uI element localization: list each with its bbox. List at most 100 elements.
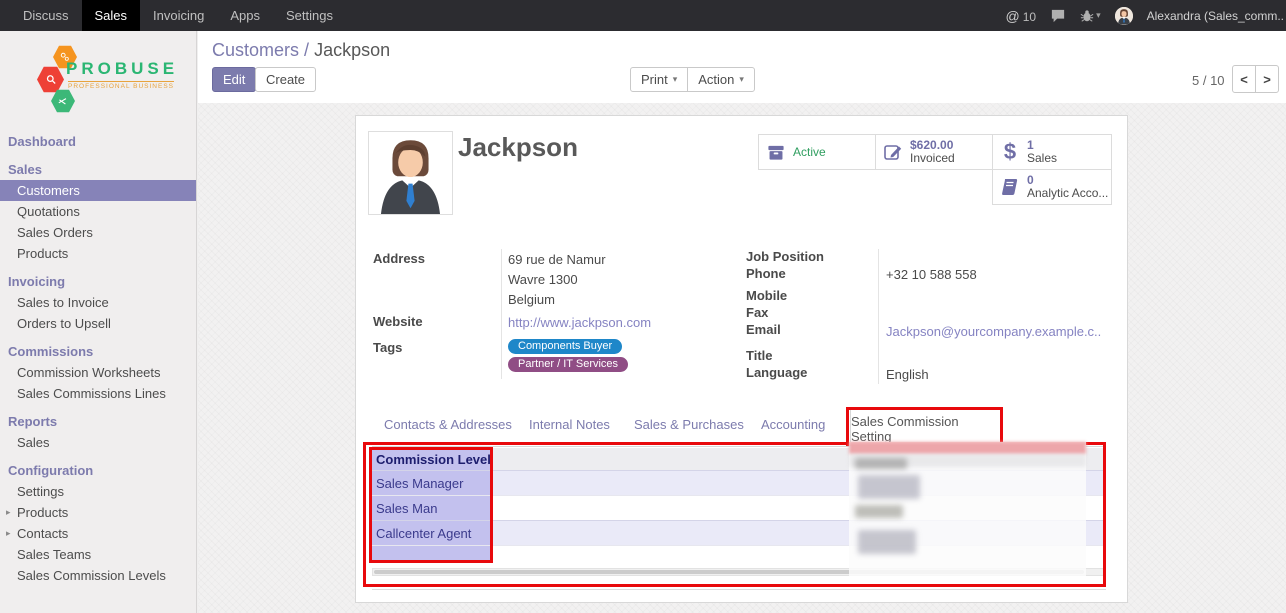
edit-note-icon (876, 142, 910, 162)
sidebar-heading-commissions[interactable]: Commissions (0, 341, 196, 362)
archive-icon (759, 143, 793, 162)
expand-arrow-icon[interactable]: ▸ (6, 502, 11, 523)
address-label: Address (373, 251, 425, 266)
user-avatar[interactable] (1115, 7, 1133, 25)
sidebar-item-commission-worksheets[interactable]: Commission Worksheets (0, 362, 196, 383)
sidebar-item-label: Products (17, 505, 68, 520)
pager-counter: 5 / 10 (1192, 73, 1225, 88)
sidebar-item-sales-commission-levels[interactable]: Sales Commission Levels (0, 565, 196, 586)
menu-invoicing[interactable]: Invoicing (140, 0, 217, 31)
website-link[interactable]: http://www.jackpson.com (508, 315, 651, 330)
tag-components-buyer[interactable]: Components Buyer (508, 339, 622, 354)
sidebar-item-sales-to-invoice[interactable]: Sales to Invoice (0, 292, 196, 313)
app-logo: PROBUSE PROFESSIONAL BUSINESS (0, 45, 196, 115)
control-panel: Customers / Jackpson Edit Create Print▾ … (198, 31, 1286, 103)
sidebar-item-config-contacts[interactable]: ▸Contacts (0, 523, 196, 544)
sidebar-item-products[interactable]: Products (0, 243, 196, 264)
blurred-text-blob (855, 505, 903, 518)
user-menu[interactable]: Alexandra (Sales_comm.. (1147, 9, 1284, 23)
print-button[interactable]: Print ▾ (630, 67, 688, 92)
debug-button[interactable]: ▾ (1080, 9, 1101, 23)
sidebar-item-customers[interactable]: Customers (0, 180, 196, 201)
blurred-header-strip (849, 442, 1086, 454)
menu-discuss[interactable]: Discuss (10, 0, 82, 31)
address-line-3[interactable]: Belgium (508, 292, 555, 307)
dollar-icon: $ (993, 139, 1027, 165)
book-icon (993, 177, 1027, 197)
messages-button[interactable] (1050, 9, 1066, 23)
phone-value[interactable]: +32 10 588 558 (886, 267, 977, 282)
menu-settings[interactable]: Settings (273, 0, 346, 31)
sidebar-item-reports-sales[interactable]: Sales (0, 432, 196, 453)
tab-internal-notes[interactable]: Internal Notes (529, 417, 610, 432)
mentions-button[interactable]: @10 (1006, 8, 1037, 24)
sidebar-item-settings[interactable]: Settings (0, 481, 196, 502)
sidebar-item-orders-to-upsell[interactable]: Orders to Upsell (0, 313, 196, 334)
stat-button-active[interactable]: Active (758, 134, 876, 170)
sidebar-item-sales-commissions-lines[interactable]: Sales Commissions Lines (0, 383, 196, 404)
caret-down-icon: ▾ (1096, 10, 1101, 21)
tab-sales-purchases[interactable]: Sales & Purchases (634, 417, 744, 432)
top-menu: Discuss Sales Invoicing Apps Settings (0, 0, 346, 31)
sidebar-item-quotations[interactable]: Quotations (0, 201, 196, 222)
sidebar-item-sales-teams[interactable]: Sales Teams (0, 544, 196, 565)
at-icon: @ (1006, 8, 1020, 24)
breadcrumb-current: Jackpson (314, 40, 390, 60)
stat-button-analytic[interactable]: 0 Analytic Acco... (992, 169, 1112, 205)
commission-level-cell[interactable]: Sales Manager (372, 471, 492, 495)
action-label: Action (698, 72, 734, 87)
blurred-text-blob (858, 475, 920, 499)
expand-arrow-icon[interactable]: ▸ (6, 523, 11, 544)
pager-next-button[interactable]: > (1255, 65, 1279, 93)
website-label: Website (373, 314, 423, 329)
job-position-label: Job Position (746, 249, 824, 264)
action-button[interactable]: Action ▾ (687, 67, 755, 92)
edit-button[interactable]: Edit (212, 67, 256, 92)
title-label: Title (746, 348, 773, 363)
sidebar-heading-reports[interactable]: Reports (0, 411, 196, 432)
logo-tools-icon (51, 89, 75, 113)
commission-level-cell[interactable]: Callcenter Agent (372, 521, 492, 545)
print-label: Print (641, 72, 668, 87)
tag-partner-it-services[interactable]: Partner / IT Services (508, 357, 628, 372)
sidebar-heading-invoicing[interactable]: Invoicing (0, 271, 196, 292)
customer-form-sheet: Jackpson Active $620.00 Invoiced $ 1 (355, 115, 1128, 603)
sidebar-heading-dashboard[interactable]: Dashboard (0, 131, 196, 152)
email-link[interactable]: Jackpson@yourcompany.example.c.. (886, 324, 1101, 339)
pager-buttons: < > (1232, 65, 1279, 93)
language-value[interactable]: English (886, 367, 929, 382)
caret-down-icon: ▾ (673, 74, 678, 85)
blurred-text-blob (855, 458, 907, 469)
commission-level-cell-empty[interactable] (372, 546, 492, 563)
blurred-region (849, 442, 1086, 576)
chat-bubble-icon (1050, 9, 1066, 23)
sidebar-heading-sales[interactable]: Sales (0, 159, 196, 180)
commission-level-header[interactable]: Commission Level (372, 448, 492, 470)
sheet-divider (372, 589, 1106, 590)
mobile-label: Mobile (746, 288, 787, 303)
email-label: Email (746, 322, 781, 337)
address-line-2[interactable]: Wavre 1300 (508, 272, 578, 287)
tab-accounting[interactable]: Accounting (761, 417, 825, 432)
sidebar-item-config-products[interactable]: ▸ Products (0, 502, 196, 523)
stat-button-sales[interactable]: $ 1 Sales (992, 134, 1112, 170)
breadcrumb-separator: / (304, 40, 309, 60)
blurred-text-blob (858, 530, 916, 554)
menu-sales[interactable]: Sales (82, 0, 141, 31)
pager-prev-button[interactable]: < (1232, 65, 1256, 93)
commission-level-cell[interactable]: Sales Man (372, 496, 492, 520)
address-line-1[interactable]: 69 rue de Namur (508, 252, 606, 267)
field-group-separator (501, 249, 502, 379)
caret-down-icon: ▾ (739, 74, 744, 85)
sidebar-menu: Dashboard Sales Customers Quotations Sal… (0, 131, 196, 586)
sidebar-item-sales-orders[interactable]: Sales Orders (0, 222, 196, 243)
customer-photo[interactable] (368, 131, 453, 215)
sidebar-heading-configuration[interactable]: Configuration (0, 460, 196, 481)
create-button[interactable]: Create (255, 67, 316, 92)
language-label: Language (746, 365, 807, 380)
stat-button-invoiced[interactable]: $620.00 Invoiced (875, 134, 993, 170)
menu-apps[interactable]: Apps (217, 0, 273, 31)
breadcrumb-customers[interactable]: Customers (212, 40, 299, 60)
breadcrumb: Customers / Jackpson (212, 40, 390, 61)
tab-contacts-addresses[interactable]: Contacts & Addresses (384, 417, 512, 432)
